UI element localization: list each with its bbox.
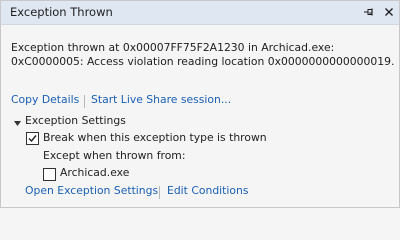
- break-checkbox[interactable]: [26, 132, 39, 145]
- window-title: Exception Thrown: [10, 5, 113, 19]
- link-separator: [84, 95, 85, 108]
- break-checkbox-label: Break when this exception type is thrown: [43, 131, 267, 144]
- copy-details-link[interactable]: Copy Details: [11, 93, 79, 106]
- archicad-module-label: Archicad.exe: [60, 166, 130, 179]
- pin-icon[interactable]: [362, 5, 376, 19]
- edit-conditions-link[interactable]: Edit Conditions: [167, 184, 249, 197]
- exception-message-line2: 0xC0000005: Access violation reading loc…: [11, 55, 395, 68]
- archicad-module-checkbox[interactable]: [43, 168, 56, 181]
- checkmark-icon: [28, 135, 37, 143]
- open-exception-settings-link[interactable]: Open Exception Settings: [25, 184, 158, 197]
- close-icon[interactable]: [382, 5, 396, 19]
- exception-popup: Exception Thrown Exception thrown at 0x0…: [0, 0, 400, 208]
- exception-settings-heading: Exception Settings: [25, 114, 126, 127]
- footer-link-separator: [159, 186, 160, 199]
- start-live-share-link[interactable]: Start Live Share session...: [91, 93, 231, 106]
- title-bar: Exception Thrown: [1, 1, 399, 25]
- except-when-label: Except when thrown from:: [43, 149, 186, 162]
- collapse-caret-icon[interactable]: [13, 118, 22, 127]
